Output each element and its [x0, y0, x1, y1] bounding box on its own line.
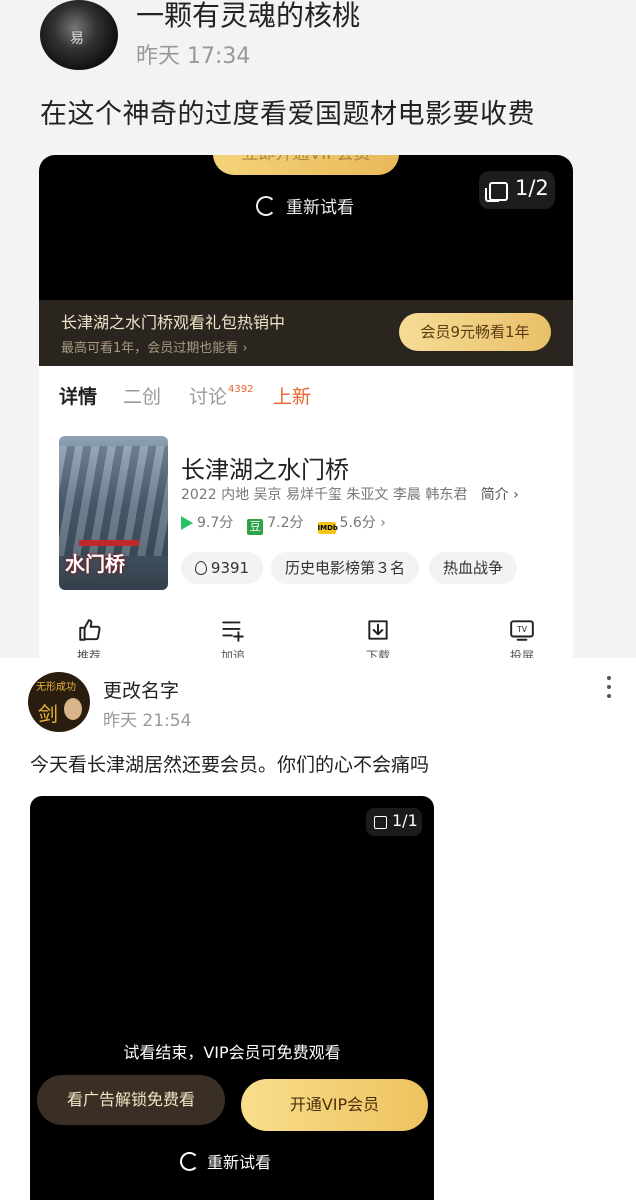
replay-trial-button[interactable]: 重新试看 — [256, 193, 354, 218]
poster-title: 水门桥 — [65, 552, 125, 576]
intro-link[interactable]: 简介 › — [481, 487, 519, 503]
image-counter: 1/1 — [366, 808, 422, 836]
image-counter: 1/2 — [479, 171, 555, 209]
heat-value: 9391 — [210, 559, 250, 577]
trial-ended-text: 试看结束，VIP会员可免费观看 — [123, 1043, 341, 1062]
post-time: 昨天 17:34 — [136, 44, 251, 69]
recommend-button[interactable] — [77, 617, 107, 647]
add-list-icon — [222, 621, 244, 642]
tab-details[interactable]: 详情 — [59, 382, 97, 409]
detail-tabs: 详情 二创 讨论4392 上新 — [39, 366, 573, 420]
video-screenshot[interactable]: 1/1 试看结束，VIP会员可免费观看 看广告解锁免费看 开通VIP会员 重新试… — [30, 796, 434, 1200]
play-triangle-icon — [181, 516, 193, 530]
add-to-list-button[interactable] — [220, 617, 250, 647]
image-counter-text: 1/2 — [515, 176, 549, 200]
post-2: 无形成功 剑 更改名字 昨天 21:54 今天看长津湖居然还要会员。你们的心不会… — [0, 658, 636, 1200]
imdb-rating[interactable]: 5.6分 › — [340, 515, 386, 531]
recommend-label: 推荐 — [77, 649, 102, 658]
post-time: 昨天 21:54 — [103, 711, 192, 731]
download-button[interactable] — [365, 617, 395, 647]
avatar-text-big: 剑 — [38, 702, 58, 726]
post-content: 今天看长津湖居然还要会员。你们的心不会痛吗 — [30, 754, 430, 776]
platform-rating: 9.7分 — [197, 515, 234, 531]
download-icon — [368, 620, 388, 640]
author-avatar[interactable]: 无形成功 剑 — [28, 672, 90, 732]
promo-banner[interactable]: 长津湖之水门桥观看礼包热销中 最高可看1年，会员过期也能看 › 会员9元畅看1年 — [39, 300, 573, 366]
tab-discussion-label: 讨论 — [189, 386, 228, 408]
add-to-list-label: 加追 — [221, 649, 246, 658]
video-player[interactable]: 立即开通VIP会员 重新试看 1/2 — [39, 155, 573, 300]
promo-buy-button[interactable]: 会员9元畅看1年 — [399, 313, 551, 351]
open-vip-button[interactable]: 开通VIP会员 — [241, 1079, 428, 1131]
replay-label: 重新试看 — [286, 198, 354, 218]
ratings-row: 9.7分豆 7.2分 IMDb 5.6分 › — [181, 512, 386, 535]
open-vip-label: 立即开通VIP会员 — [213, 155, 399, 175]
thumb-up-icon — [79, 619, 101, 641]
post-1: 易 一颗有灵魂的核桃 昨天 17:34 在这个神奇的过度看爱国题材电影要收费 立… — [0, 0, 636, 658]
douban-icon: 豆 — [247, 519, 264, 535]
ranking-chip[interactable]: 历史电影榜第３名 — [271, 552, 419, 584]
movie-poster[interactable]: 水门桥 — [59, 436, 168, 590]
promo-subtitle[interactable]: 最高可看1年，会员过期也能看 › — [61, 337, 248, 356]
replay-label: 重新试看 — [207, 1153, 272, 1172]
cast-label: 投屏 — [510, 649, 535, 658]
more-options-icon[interactable] — [604, 674, 614, 702]
douban-rating: 7.2分 — [267, 515, 304, 531]
replay-icon — [180, 1152, 199, 1171]
heat-chip[interactable]: 9391 — [181, 552, 263, 584]
gallery-icon — [374, 816, 387, 829]
discussion-count-badge: 4392 — [228, 383, 254, 395]
tab-discussion[interactable]: 讨论4392 — [189, 382, 253, 409]
watch-ad-unlock-button[interactable]: 看广告解锁免费看 — [37, 1075, 225, 1125]
screenshot-card[interactable]: 立即开通VIP会员 重新试看 1/2 长津湖之水门桥观看礼包热销中 最高可看1年… — [39, 155, 573, 658]
avatar-text-top: 无形成功 — [36, 682, 76, 693]
avatar-glyph: 易 — [70, 31, 84, 47]
author-name[interactable]: 一颗有灵魂的核桃 — [136, 0, 360, 34]
poster-red-band — [79, 540, 139, 546]
image-counter-text: 1/1 — [392, 811, 418, 830]
post-content: 在这个神奇的过度看爱国题材电影要收费 — [40, 99, 535, 130]
replay-trial-button[interactable]: 重新试看 — [180, 1149, 271, 1173]
promo-title: 长津湖之水门桥观看礼包热销中 — [61, 313, 286, 332]
carousel-dots — [0, 658, 636, 662]
author-name[interactable]: 更改名字 — [103, 676, 179, 703]
movie-meta: 2022 内地 吴京 易烊千玺 朱亚文 李晨 韩东君 — [181, 487, 468, 503]
avatar-face — [64, 698, 82, 720]
movie-info: 2022 内地 吴京 易烊千玺 朱亚文 李晨 韩东君 简介 › — [181, 484, 519, 504]
tv-cast-icon: TV — [510, 620, 534, 641]
replay-icon — [256, 196, 276, 216]
download-label: 下载 — [366, 649, 391, 658]
genre-chip[interactable]: 热血战争 — [429, 552, 517, 584]
tab-remix[interactable]: 二创 — [123, 382, 161, 409]
fire-icon — [194, 561, 207, 575]
svg-text:TV: TV — [516, 625, 528, 634]
imdb-icon: IMDb — [317, 522, 338, 534]
cast-button[interactable]: TV — [509, 617, 539, 647]
tab-new[interactable]: 上新 — [273, 382, 311, 409]
gallery-icon — [485, 182, 508, 202]
movie-title[interactable]: 长津湖之水门桥 — [181, 450, 349, 485]
open-vip-button-partial[interactable]: 立即开通VIP会员 — [213, 155, 399, 175]
author-avatar[interactable]: 易 — [40, 0, 118, 70]
